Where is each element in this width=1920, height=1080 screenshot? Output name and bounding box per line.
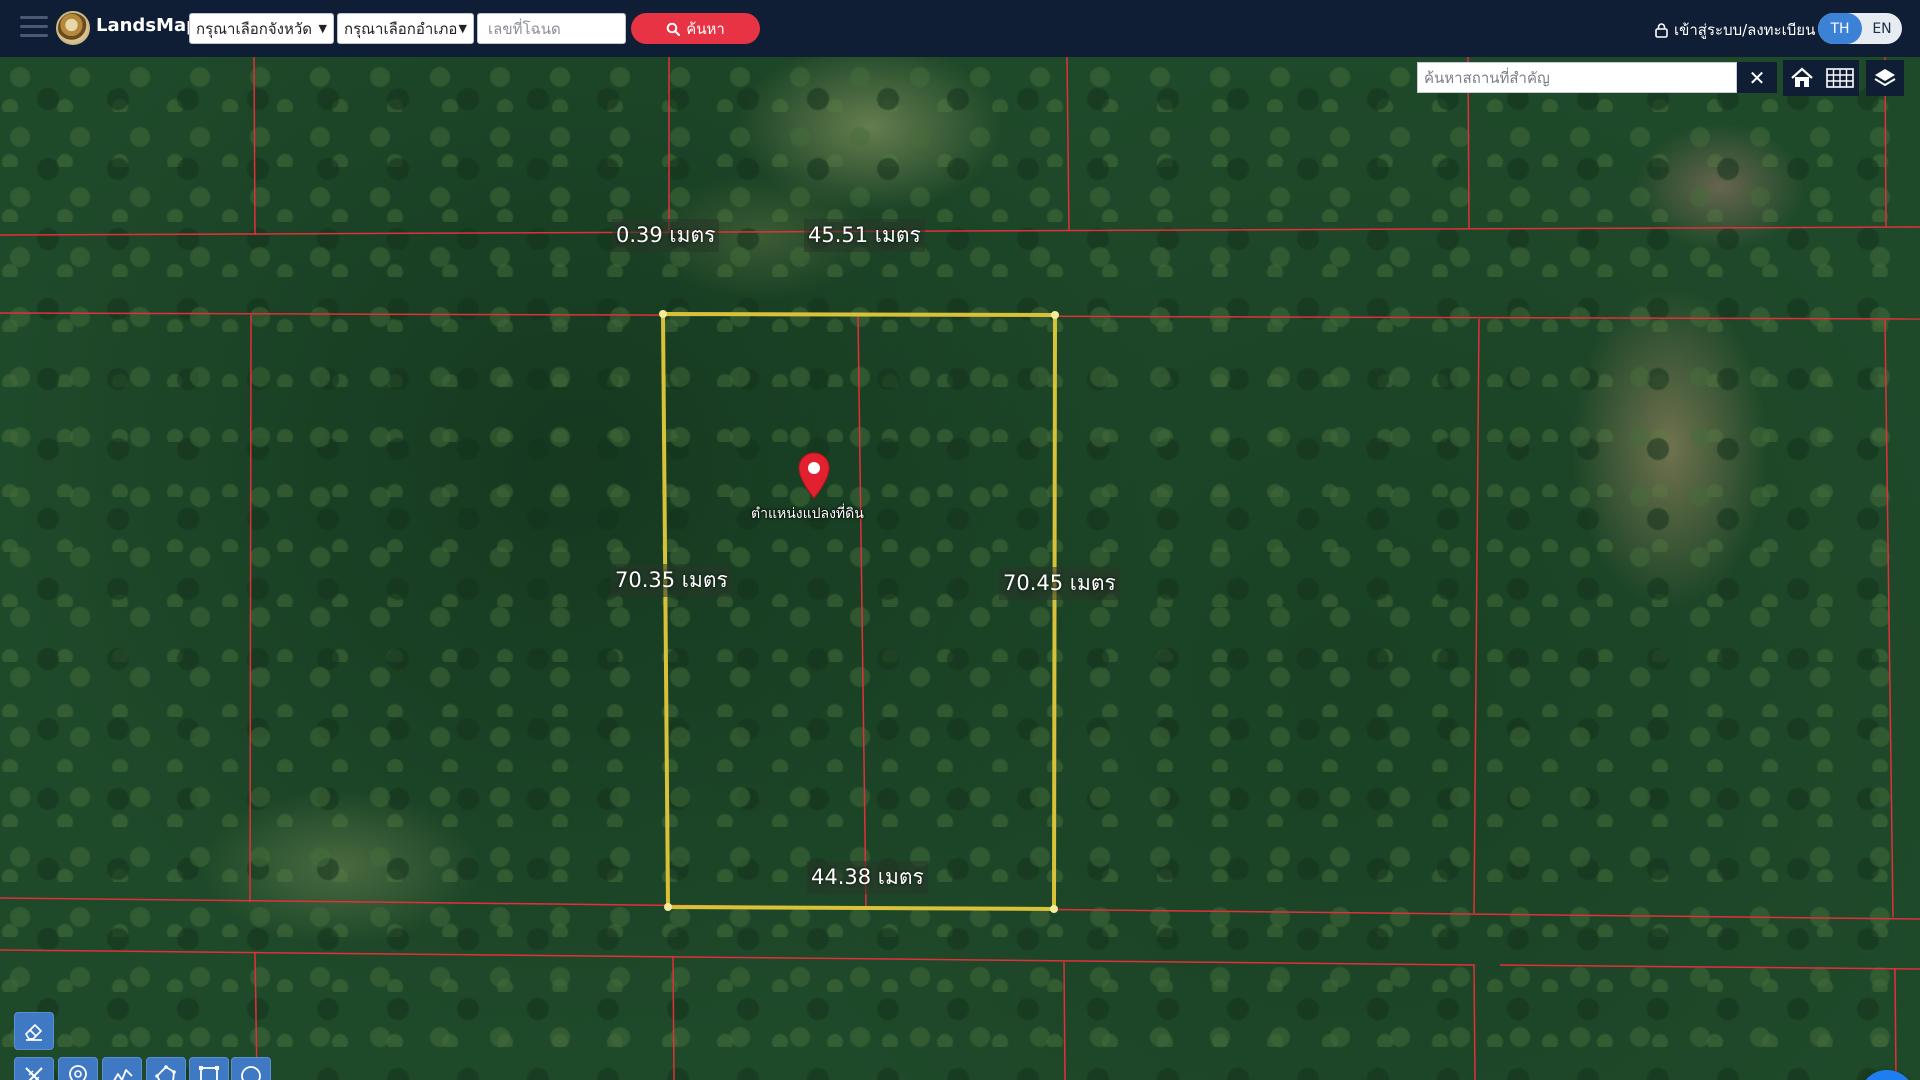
measure-label-top: 45.51 เมตร bbox=[804, 219, 925, 252]
boundary-line bbox=[1473, 318, 1480, 914]
lang-th-button[interactable]: TH bbox=[1818, 13, 1862, 44]
parcel-vertex bbox=[664, 903, 672, 911]
boundary-line bbox=[253, 57, 256, 236]
boundary-line bbox=[0, 949, 1476, 966]
boundary-line bbox=[1894, 968, 1897, 1080]
eraser-tool-button[interactable] bbox=[14, 1012, 54, 1050]
measure-label-right: 70.45 เมตร bbox=[999, 567, 1120, 600]
map-pin-icon[interactable] bbox=[797, 452, 831, 500]
measure-label-top-left: 0.39 เมตร bbox=[612, 219, 720, 252]
circle-tool-button[interactable] bbox=[231, 1057, 271, 1080]
parcel-vertex bbox=[1050, 905, 1058, 913]
clear-search-button[interactable]: ✕ bbox=[1737, 62, 1777, 93]
home-button[interactable] bbox=[1783, 60, 1821, 96]
parcel-vertex bbox=[1051, 311, 1059, 319]
boundary-line bbox=[1473, 964, 1476, 1080]
map-pin-icon bbox=[69, 1065, 87, 1080]
language-toggle: TH EN bbox=[1818, 13, 1902, 44]
satellite-map[interactable]: 0.39 เมตร 45.51 เมตร 70.35 เมตร 70.45 เม… bbox=[0, 57, 1920, 1080]
deed-number-input[interactable] bbox=[477, 13, 626, 44]
boundary-line bbox=[1063, 961, 1066, 1080]
boundary-line bbox=[1884, 319, 1894, 918]
lang-en-button[interactable]: EN bbox=[1862, 13, 1902, 44]
boundary-line bbox=[672, 956, 675, 1080]
search-button[interactable]: ค้นหา bbox=[631, 13, 760, 44]
parcel-overlay bbox=[0, 57, 1920, 1080]
eraser-icon bbox=[25, 1024, 42, 1041]
layers-button[interactable] bbox=[1866, 60, 1904, 96]
grid-button[interactable] bbox=[1821, 60, 1859, 96]
boundary-lines bbox=[0, 57, 1920, 1080]
district-select-value: กรุณาเลือกอำเภอ bbox=[344, 19, 458, 38]
logo-icon bbox=[56, 11, 90, 45]
province-select-value: กรุณาเลือกจังหวัด bbox=[196, 19, 313, 38]
polyline-icon bbox=[113, 1069, 133, 1080]
top-bar: LandsMaps กรุณาเลือกจังหวัด ▼ กรุณาเลือก… bbox=[0, 0, 1920, 57]
hamburger-icon[interactable] bbox=[20, 16, 48, 40]
province-select[interactable]: กรุณาเลือกจังหวัด ▼ bbox=[189, 13, 334, 44]
district-select[interactable]: กรุณาเลือกอำเภอ ▼ bbox=[337, 13, 474, 44]
measure-label-bottom: 44.38 เมตร bbox=[807, 861, 928, 894]
place-search-input[interactable] bbox=[1417, 62, 1737, 93]
measure-tool-button[interactable] bbox=[14, 1057, 54, 1080]
login-label: เข้าสู่ระบบ/ลงทะเบียน bbox=[1674, 21, 1816, 39]
chevron-down-icon: ▼ bbox=[318, 22, 327, 35]
boundary-line bbox=[1066, 57, 1070, 232]
parcel-vertex bbox=[659, 310, 667, 318]
magnifier-icon bbox=[666, 22, 681, 36]
circle-icon bbox=[241, 1066, 261, 1080]
boundary-line bbox=[857, 314, 867, 910]
boundary-line bbox=[1499, 964, 1920, 970]
login-link[interactable]: เข้าสู่ระบบ/ลงทะเบียน bbox=[1655, 18, 1815, 42]
boundary-line bbox=[249, 314, 252, 903]
polygon-icon bbox=[155, 1065, 176, 1080]
chevron-down-icon: ▼ bbox=[458, 22, 467, 35]
lock-icon bbox=[1655, 22, 1668, 38]
rectangle-icon bbox=[199, 1066, 219, 1080]
polygon-tool-button[interactable] bbox=[146, 1057, 186, 1080]
rectangle-tool-button[interactable] bbox=[189, 1057, 229, 1080]
line-tool-button[interactable] bbox=[102, 1057, 142, 1080]
layers-icon bbox=[1874, 69, 1896, 87]
marker-tool-button[interactable] bbox=[58, 1057, 98, 1080]
boundary-line bbox=[0, 226, 1920, 236]
grid-icon bbox=[1826, 68, 1854, 88]
measure-label-left: 70.35 เมตร bbox=[611, 564, 732, 597]
search-button-label: ค้นหา bbox=[686, 19, 725, 38]
ruler-cross-icon bbox=[25, 1067, 43, 1080]
home-icon bbox=[1791, 67, 1813, 87]
marker-label: ตำแหน่งแปลงที่ดิน bbox=[751, 506, 864, 522]
